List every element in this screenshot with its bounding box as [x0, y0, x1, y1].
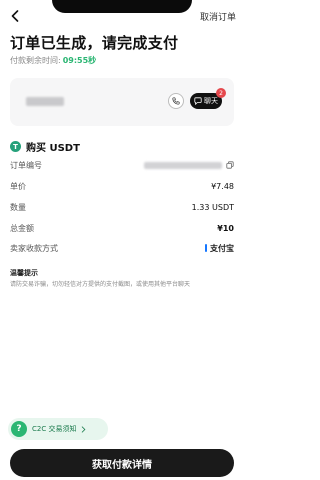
section-title-text: 购买 USDT	[26, 143, 80, 154]
chat-button[interactable]: 聊天 2	[190, 88, 226, 109]
cancel-order-button[interactable]: 取消订单	[200, 10, 236, 23]
order-number-label: 订单编号	[10, 160, 42, 170]
order-number-row: 订单编号	[10, 159, 234, 171]
c2c-notice-button[interactable]: ? C2C 交易须知	[8, 418, 108, 440]
countdown-time: 09:55秒	[62, 56, 97, 65]
payment-countdown: 付款剩余时间: 09:55秒	[10, 55, 96, 66]
tips-title: 温馨提示	[10, 269, 38, 277]
unread-badge: 2	[216, 88, 226, 98]
total-label: 总金额	[10, 223, 34, 233]
total-row: 总金额 ¥10	[10, 222, 234, 234]
chevron-left-icon	[11, 10, 19, 22]
copy-icon[interactable]	[226, 161, 234, 169]
payment-method-value: 支付宝	[205, 243, 234, 254]
order-number-redacted	[144, 161, 222, 169]
merchant-card: 聊天 2	[10, 78, 234, 126]
usdt-icon: T	[10, 141, 21, 152]
payment-method-row: 卖家收款方式 支付宝	[10, 242, 234, 254]
total-value: ¥10	[217, 223, 234, 233]
chat-label: 聊天	[204, 97, 218, 105]
tips-body: 请防交易诈骗，切勿轻信对方提供的支付截图，或使用其他平台聊天	[10, 281, 191, 288]
c2c-label: C2C 交易须知	[32, 425, 77, 433]
price-label: 单价	[10, 181, 26, 191]
back-button[interactable]	[8, 9, 22, 23]
price-value: ¥7.48	[211, 181, 234, 191]
get-payment-details-button[interactable]: 获取付款详情	[10, 449, 234, 477]
phone-icon	[172, 97, 180, 105]
countdown-label: 付款剩余时间:	[10, 56, 61, 65]
price-row: 单价 ¥7.48	[10, 180, 234, 192]
merchant-name-redacted	[26, 97, 64, 106]
top-bar: 取消订单	[0, 0, 244, 26]
order-number-value	[144, 161, 234, 169]
call-merchant-button[interactable]	[168, 93, 184, 109]
chat-bubble-icon	[194, 97, 202, 105]
payment-method-label: 卖家收款方式	[10, 243, 58, 253]
quantity-value: 1.33 USDT	[191, 202, 234, 212]
payment-method-text: 支付宝	[210, 243, 234, 253]
question-mark-icon: ?	[11, 421, 27, 437]
quantity-label: 数量	[10, 202, 26, 212]
chevron-right-icon	[82, 425, 86, 433]
order-section-title: T 购买 USDT	[10, 139, 80, 154]
quantity-row: 数量 1.33 USDT	[10, 201, 234, 213]
alipay-color-bar	[205, 244, 207, 252]
page-title: 订单已生成，请完成支付	[10, 34, 179, 52]
